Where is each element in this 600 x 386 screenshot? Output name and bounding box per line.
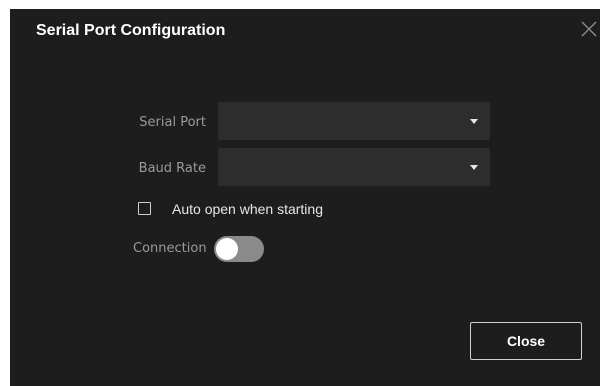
connection-toggle[interactable] xyxy=(214,236,264,262)
serial-port-select[interactable] xyxy=(218,102,490,140)
auto-open-checkbox[interactable] xyxy=(138,202,151,215)
serial-port-label: Serial Port xyxy=(139,115,206,130)
close-icon[interactable] xyxy=(580,20,598,38)
auto-open-label[interactable]: Auto open when starting xyxy=(172,201,323,217)
toggle-knob xyxy=(216,238,238,260)
close-button[interactable]: Close xyxy=(470,322,582,360)
connection-label: Connection xyxy=(133,241,207,256)
baud-rate-select[interactable] xyxy=(218,148,490,186)
chevron-down-icon xyxy=(470,119,478,124)
serial-port-dialog: Serial Port Configuration Serial Port Ba… xyxy=(10,9,600,386)
dialog-title: Serial Port Configuration xyxy=(36,22,226,39)
chevron-down-icon xyxy=(470,165,478,170)
baud-rate-label: Baud Rate xyxy=(138,161,206,176)
